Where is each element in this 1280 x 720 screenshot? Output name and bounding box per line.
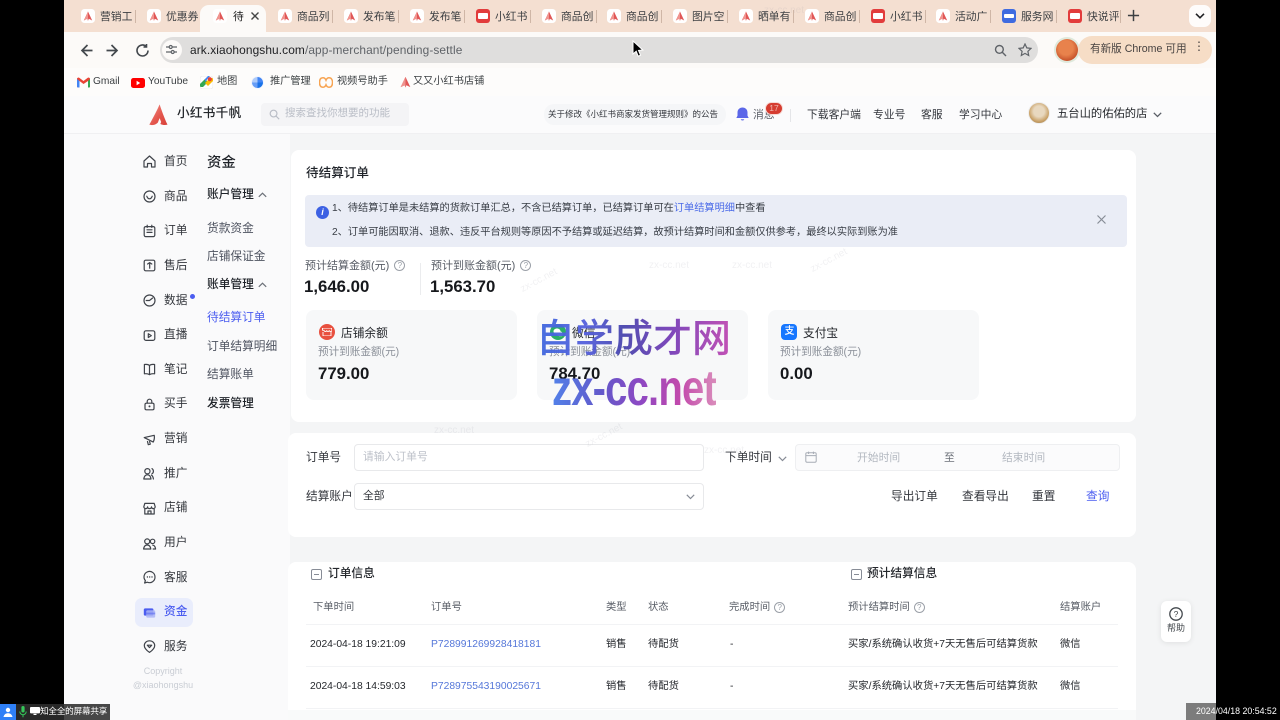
svg-text:?: ? — [1174, 609, 1179, 619]
